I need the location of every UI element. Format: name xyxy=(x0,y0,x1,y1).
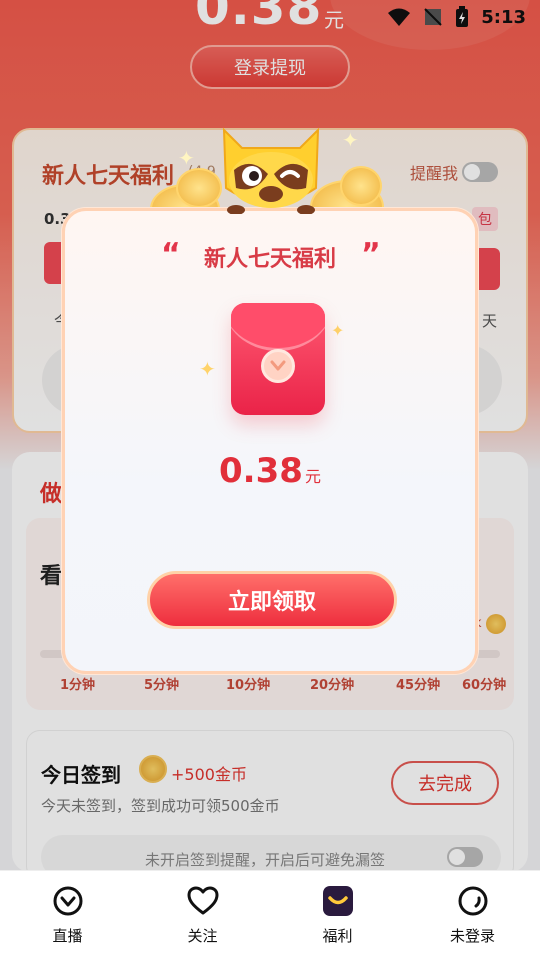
claim-now-button[interactable]: 立即领取 xyxy=(147,571,397,629)
newbie-reward-modal: “ 新人七天福利 ” ✦ ✦ 0.38 元 立即领取 xyxy=(62,208,478,674)
logo-icon xyxy=(270,360,286,371)
live-icon xyxy=(53,886,82,916)
nav-label-live: 直播 xyxy=(52,927,83,945)
nav-item-welfare[interactable]: 福利 xyxy=(270,871,405,960)
red-envelope-icon xyxy=(231,303,325,415)
raccoon-mascot-icon xyxy=(222,127,320,214)
coin-decoration xyxy=(340,166,382,206)
nav-label-follow: 关注 xyxy=(187,927,218,945)
nav-label-profile: 未登录 xyxy=(449,927,495,945)
sparkle-icon: ✦ xyxy=(331,321,345,340)
heart-icon xyxy=(187,886,218,915)
envelope-seal-icon xyxy=(261,349,295,383)
nav-label-welfare: 福利 xyxy=(322,927,353,945)
modal-amount: 0.38 xyxy=(219,451,303,491)
envelope-flap xyxy=(231,303,325,351)
nav-item-profile[interactable]: 未登录 xyxy=(405,871,540,960)
modal-title: 新人七天福利 xyxy=(203,247,336,272)
nav-item-live[interactable]: 直播 xyxy=(0,871,135,960)
quote-close-icon: ” xyxy=(361,237,381,272)
profile-icon xyxy=(458,886,487,916)
sparkle-icon: ✦ xyxy=(342,128,359,152)
sparkle-icon: ✦ xyxy=(199,357,216,381)
modal-unit: 元 xyxy=(305,467,322,486)
bottom-nav: 直播 关注 福利 未登录 xyxy=(0,870,540,960)
sparkle-icon: ✦ xyxy=(178,146,195,170)
welfare-icon xyxy=(322,886,353,916)
nav-item-follow[interactable]: 关注 xyxy=(135,871,270,960)
